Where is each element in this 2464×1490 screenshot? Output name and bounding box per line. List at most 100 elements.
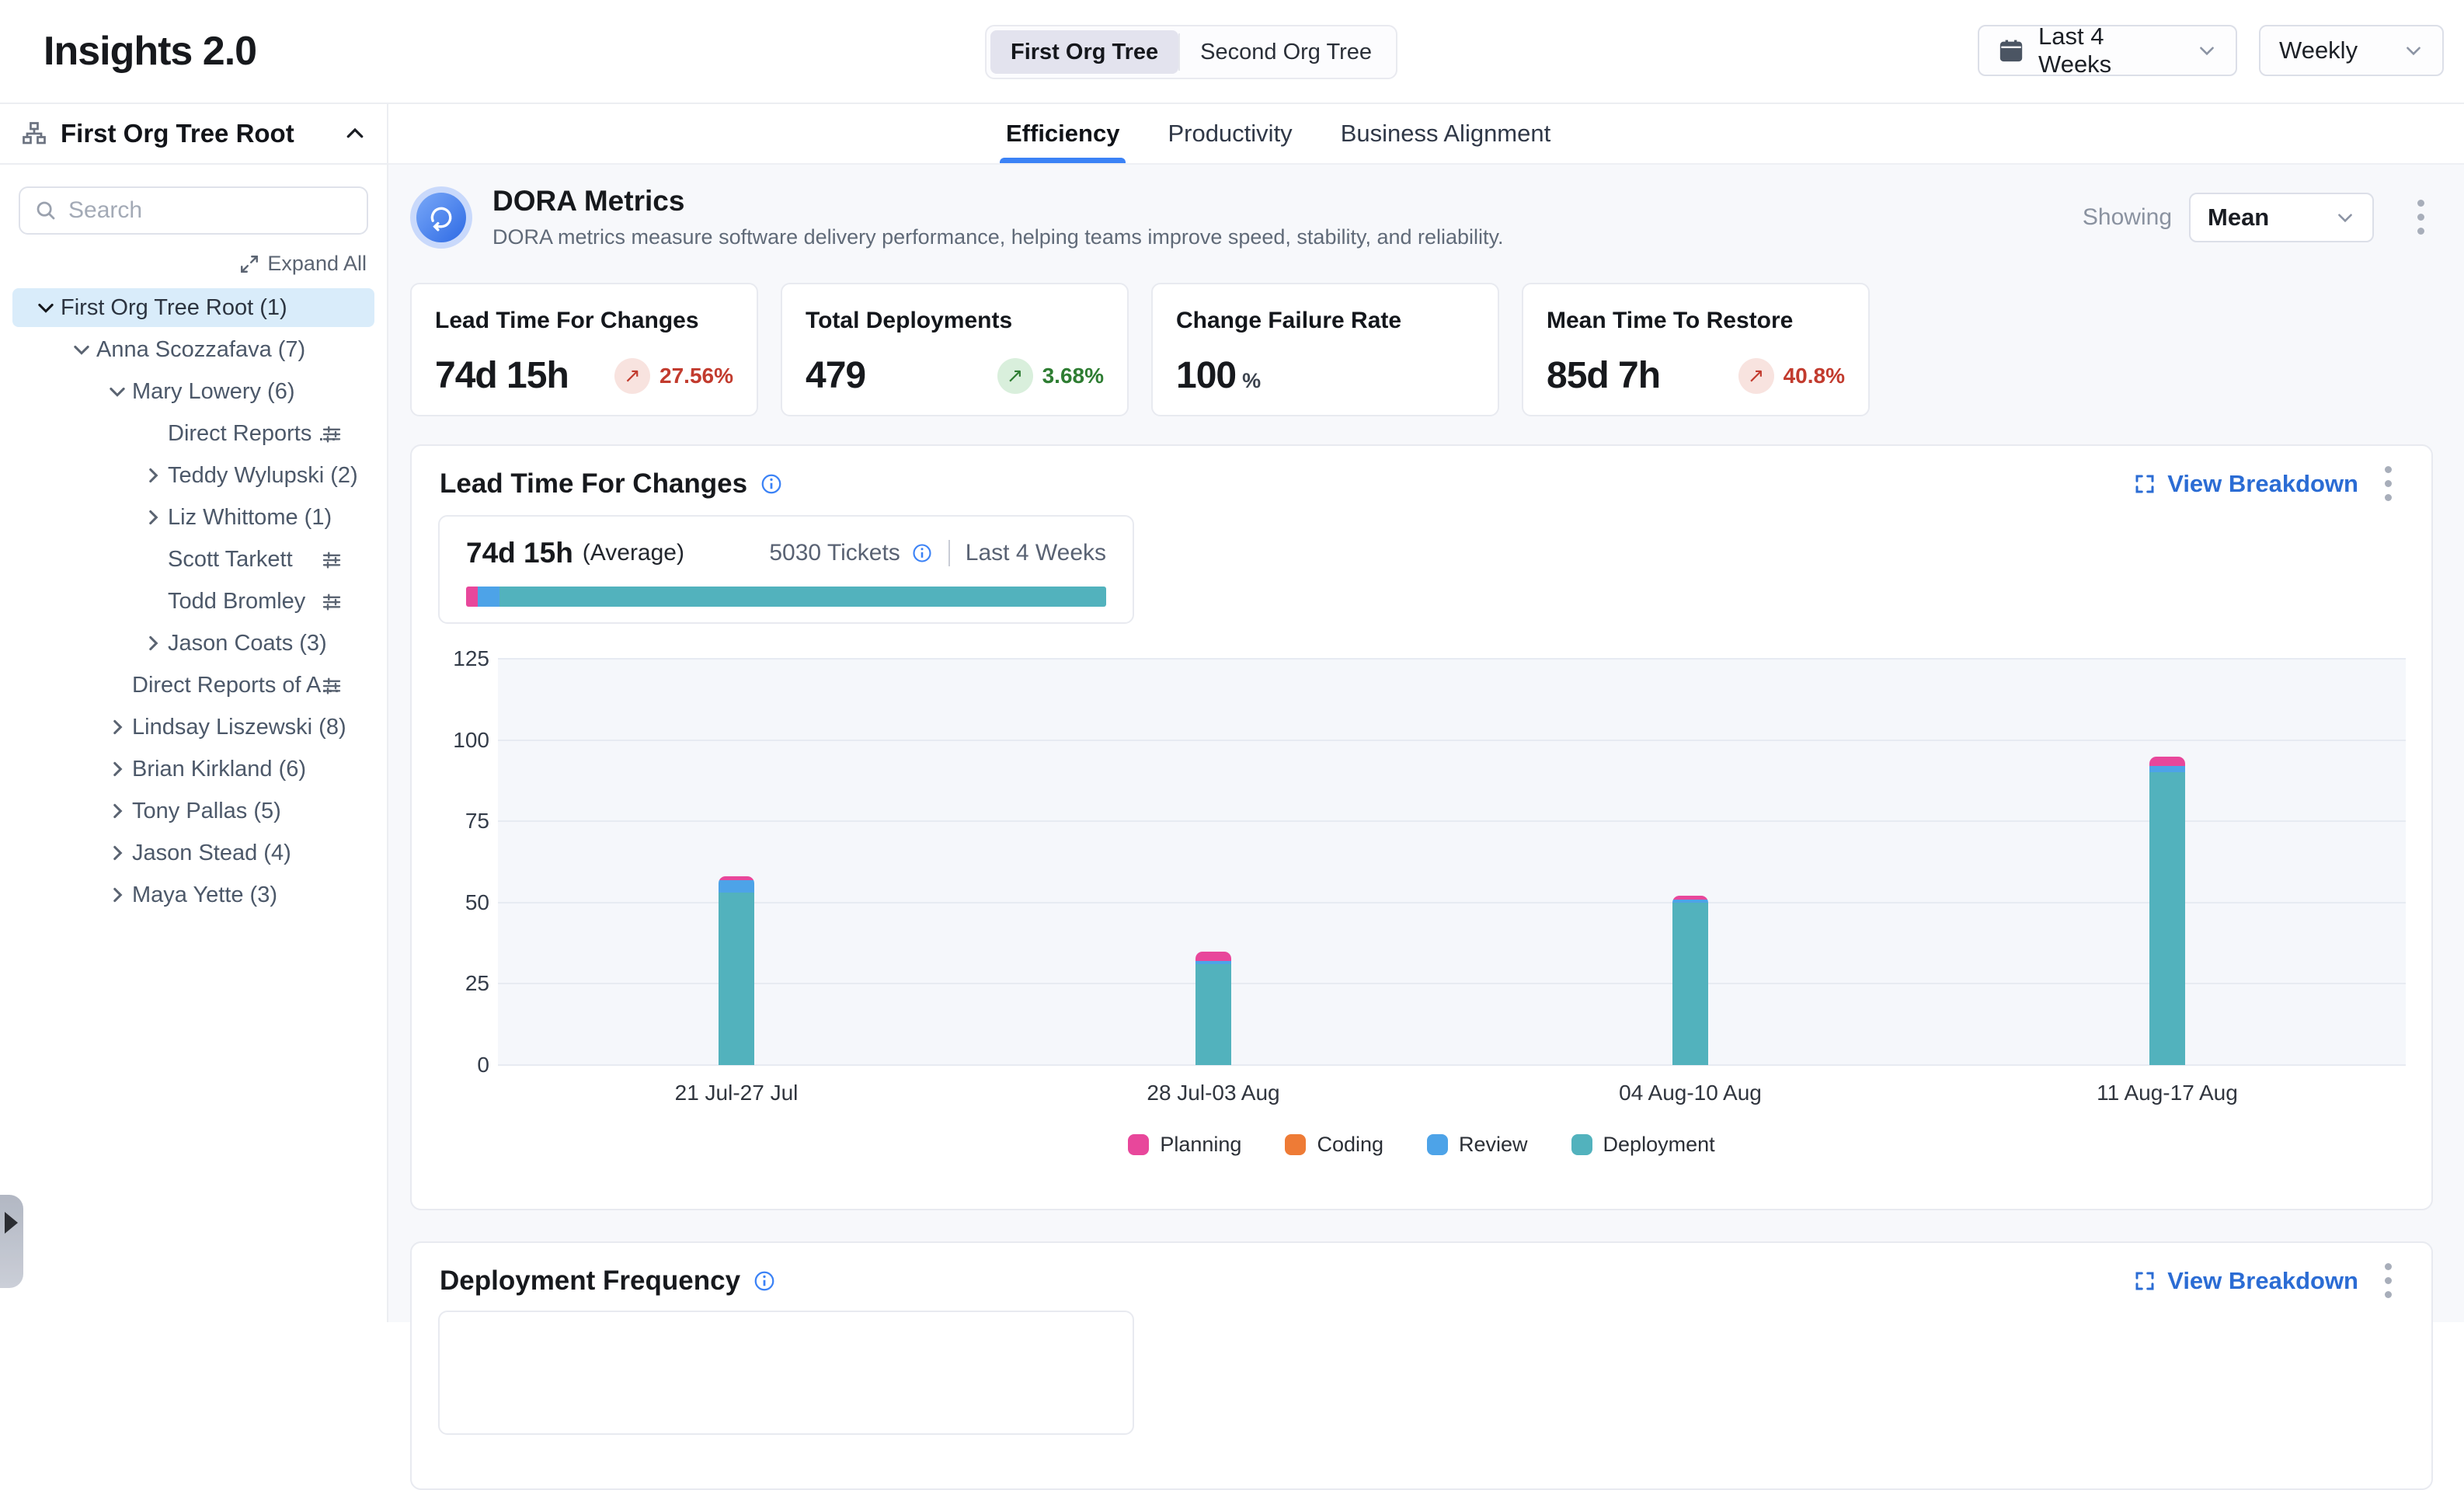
org-tree-sidebar: First Org Tree Root Expand All First Org… — [0, 104, 388, 1322]
tree-expander-icon[interactable] — [138, 507, 168, 527]
tree-expander-icon[interactable] — [103, 381, 132, 402]
tree-item[interactable]: Scott Tarkett — [0, 538, 387, 580]
average-label: (Average) — [583, 540, 684, 566]
tree-item[interactable]: Direct Reports ... — [0, 413, 387, 454]
tree-expander-icon[interactable] — [103, 759, 132, 779]
legend-label: Review — [1459, 1133, 1528, 1157]
dora-metrics-icon — [410, 186, 472, 249]
tree-item[interactable]: Teddy Wylupski (2) — [0, 454, 387, 496]
date-range-select[interactable]: Last 4 Weeks — [1978, 25, 2237, 76]
expand-all-label: Expand All — [267, 252, 367, 276]
dora-metrics-subtitle: DORA metrics measure software delivery p… — [492, 225, 2083, 249]
view-breakdown-label: View Breakdown — [2167, 470, 2358, 498]
info-icon[interactable] — [911, 542, 933, 564]
filter-sliders-icon[interactable] — [320, 674, 343, 698]
tree-expander-icon[interactable] — [31, 297, 61, 319]
sidebar-collapse-handle[interactable] — [0, 1195, 23, 1288]
tree-item-label: Mary Lowery (6) — [132, 379, 295, 405]
y-axis-tick: 75 — [418, 809, 489, 834]
legend-item-coding[interactable]: Coding — [1285, 1133, 1383, 1157]
metric-delta-value: 40.8% — [1784, 364, 1845, 388]
org-tree-icon — [20, 120, 48, 148]
tree-item-label: Scott Tarkett — [168, 547, 293, 573]
tree-item[interactable]: Maya Yette (3) — [0, 874, 387, 916]
tree-expander-icon[interactable] — [138, 465, 168, 486]
stacked-bar[interactable] — [719, 876, 754, 1065]
tree-item[interactable]: First Org Tree Root (1) — [0, 287, 387, 329]
stacked-bar[interactable] — [2149, 757, 2185, 1065]
bar-segment-deployment — [2149, 772, 2185, 1065]
chevron-up-icon[interactable] — [343, 122, 367, 145]
lead-time-kebab-menu[interactable] — [2372, 466, 2403, 501]
tab-productivity[interactable]: Productivity — [1168, 104, 1292, 163]
x-axis-tick: 21 Jul-27 Jul — [675, 1081, 799, 1105]
legend-swatch — [1571, 1134, 1592, 1155]
granularity-select[interactable]: Weekly — [2259, 25, 2444, 76]
tree-item[interactable]: Jason Coats (3) — [0, 622, 387, 664]
deployment-kebab-menu[interactable] — [2372, 1263, 2403, 1298]
stacked-bar[interactable] — [1195, 952, 1231, 1065]
bar-segment-review — [2149, 766, 2185, 772]
expand-all-button[interactable]: Expand All — [239, 252, 367, 276]
deployment-frequency-card: Deployment Frequency View Breakdown — [410, 1241, 2433, 1490]
org-tree-toggle[interactable]: First Org Tree Second Org Tree — [985, 25, 1397, 79]
tab-efficiency[interactable]: Efficiency — [1006, 104, 1119, 163]
toggle-second-org-tree[interactable]: Second Org Tree — [1180, 30, 1392, 74]
metric-card: Change Failure Rate 100% — [1151, 283, 1499, 416]
filter-sliders-icon[interactable] — [320, 548, 343, 572]
view-breakdown-button[interactable]: View Breakdown — [2133, 1267, 2358, 1295]
tree-item[interactable]: Mary Lowery (6) — [0, 371, 387, 413]
tree-item[interactable]: Liz Whittome (1) — [0, 496, 387, 538]
view-breakdown-button[interactable]: View Breakdown — [2133, 470, 2358, 498]
trend-up-arrow-icon: ↗ — [614, 358, 650, 394]
tree-item-label: Tony Pallas (5) — [132, 799, 281, 824]
legend-label: Deployment — [1603, 1133, 1715, 1157]
lead-time-title: Lead Time For Changes — [440, 468, 747, 500]
bar-segment-planning — [2149, 757, 2185, 767]
info-icon[interactable] — [753, 1269, 776, 1293]
metric-value: 74d 15h — [435, 354, 569, 397]
tree-expander-icon[interactable] — [103, 801, 132, 821]
search-input[interactable] — [68, 197, 353, 224]
phase-segment-review — [478, 587, 499, 607]
filter-sliders-icon[interactable] — [320, 423, 343, 446]
dora-kebab-menu[interactable] — [2405, 200, 2436, 235]
lead-time-summary: 74d 15h (Average) 5030 Tickets Last 4 We… — [438, 515, 1134, 624]
sidebar-header[interactable]: First Org Tree Root — [0, 104, 387, 165]
tree-item[interactable]: Todd Bromley — [0, 580, 387, 622]
main-area: Efficiency Productivity Business Alignme… — [388, 104, 2464, 1322]
legend-label: Planning — [1160, 1133, 1241, 1157]
average-value: 74d 15h — [466, 537, 573, 569]
tree-item[interactable]: Direct Reports of A... — [0, 664, 387, 706]
metric-card: Total Deployments 479 ↗ 3.68% — [781, 283, 1129, 416]
chart-legend: Planning Coding Review Deployment — [412, 1133, 2431, 1157]
tree-item[interactable]: Jason Stead (4) — [0, 832, 387, 874]
tree-item[interactable]: Anna Scozzafava (7) — [0, 329, 387, 371]
legend-item-review[interactable]: Review — [1427, 1133, 1528, 1157]
filter-sliders-icon[interactable] — [320, 590, 343, 614]
separator — [948, 540, 950, 566]
phase-segment-planning — [466, 587, 478, 607]
tree-item[interactable]: Brian Kirkland (6) — [0, 748, 387, 790]
metric-value: 85d 7h — [1547, 354, 1660, 397]
sidebar-search[interactable] — [19, 186, 368, 235]
chevron-down-icon — [2197, 40, 2217, 61]
tree-item-label: Maya Yette (3) — [132, 883, 277, 908]
tree-item[interactable]: Lindsay Liszewski (8) — [0, 706, 387, 748]
legend-item-deployment[interactable]: Deployment — [1571, 1133, 1715, 1157]
tree-item[interactable]: Tony Pallas (5) — [0, 790, 387, 832]
metric-delta-badge: ↗ 3.68% — [997, 358, 1104, 394]
showing-select[interactable]: Mean — [2189, 193, 2374, 242]
tree-expander-icon[interactable] — [103, 843, 132, 863]
metric-unit: % — [1242, 369, 1261, 393]
tree-expander-icon[interactable] — [103, 717, 132, 737]
legend-item-planning[interactable]: Planning — [1128, 1133, 1241, 1157]
deployment-summary-placeholder — [438, 1311, 1134, 1435]
info-icon[interactable] — [760, 472, 783, 496]
toggle-first-org-tree[interactable]: First Org Tree — [990, 30, 1178, 74]
tree-expander-icon[interactable] — [103, 885, 132, 905]
stacked-bar[interactable] — [1672, 896, 1708, 1065]
tree-expander-icon[interactable] — [138, 633, 168, 653]
tree-expander-icon[interactable] — [67, 339, 96, 360]
tab-business-alignment[interactable]: Business Alignment — [1341, 104, 1551, 163]
